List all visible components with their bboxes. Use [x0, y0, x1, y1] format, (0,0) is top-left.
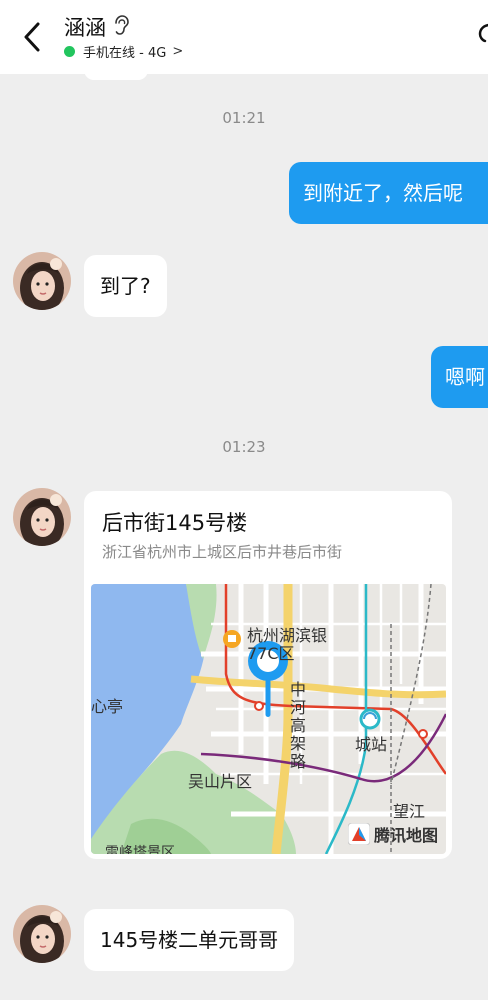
- map-label-scenic: 雷峰塔景区: [105, 845, 175, 854]
- contact-name[interactable]: 涵涵: [64, 12, 106, 42]
- message-bubble-outgoing[interactable]: 嗯啊: [431, 346, 488, 408]
- tencent-map-icon: [347, 823, 370, 845]
- message-text: 嗯啊: [445, 365, 485, 389]
- back-icon[interactable]: [18, 20, 48, 54]
- timestamp: 01:21: [222, 109, 266, 127]
- chat-header: 涵涵 手机在线 - 4G >: [0, 0, 488, 74]
- map-label-pavilion: 心亭: [91, 697, 124, 716]
- message-text: 145号楼二单元哥哥: [100, 928, 279, 952]
- map-brand: 腾讯地图: [347, 822, 438, 846]
- message-bubble-incoming[interactable]: 到了?: [84, 255, 167, 317]
- timestamp: 01:23: [222, 438, 266, 456]
- map-brand-text: 腾讯地图: [373, 826, 438, 845]
- message-text: 到了?: [100, 274, 151, 298]
- online-dot-icon: [64, 46, 75, 57]
- phone-icon[interactable]: [478, 22, 488, 44]
- message-bubble-outgoing[interactable]: 到附近了，然后呢: [289, 162, 488, 224]
- chevron-right-icon: >: [172, 44, 184, 59]
- ear-icon: [115, 15, 129, 35]
- avatar[interactable]: [13, 252, 71, 310]
- location-title: 后市街145号楼: [102, 511, 248, 535]
- avatar-image: [13, 252, 71, 310]
- avatar[interactable]: [13, 905, 71, 963]
- map-label-wushan: 吴山片区: [188, 772, 253, 791]
- message-bubble-incoming[interactable]: 145号楼二单元哥哥: [84, 909, 295, 971]
- previous-message-bubble: [84, 64, 148, 80]
- map-label-road: 路: [290, 752, 307, 771]
- avatar[interactable]: [13, 488, 71, 546]
- map-label-bank-2: 77C区: [247, 644, 295, 663]
- location-address: 浙江省杭州市上城区后市井巷后市街: [102, 543, 343, 561]
- location-message-card[interactable]: 后市街145号楼 浙江省杭州市上城区后市井巷后市街 杭州湖滨银 77C区 心亭 …: [84, 491, 452, 859]
- message-text: 到附近了，然后呢: [303, 181, 463, 205]
- map-preview[interactable]: 杭州湖滨银 77C区 心亭 中 河 高 架 路 城站 吴山片区 望江 雷峰塔景区…: [91, 584, 446, 854]
- map-label-station: 城站: [355, 735, 388, 754]
- online-status[interactable]: 手机在线 - 4G >: [64, 42, 183, 61]
- status-text: 手机在线 - 4G: [83, 46, 167, 61]
- avatar-image: [13, 488, 71, 546]
- avatar-image: [13, 905, 71, 963]
- map-label-wangjiang: 望江: [393, 802, 426, 821]
